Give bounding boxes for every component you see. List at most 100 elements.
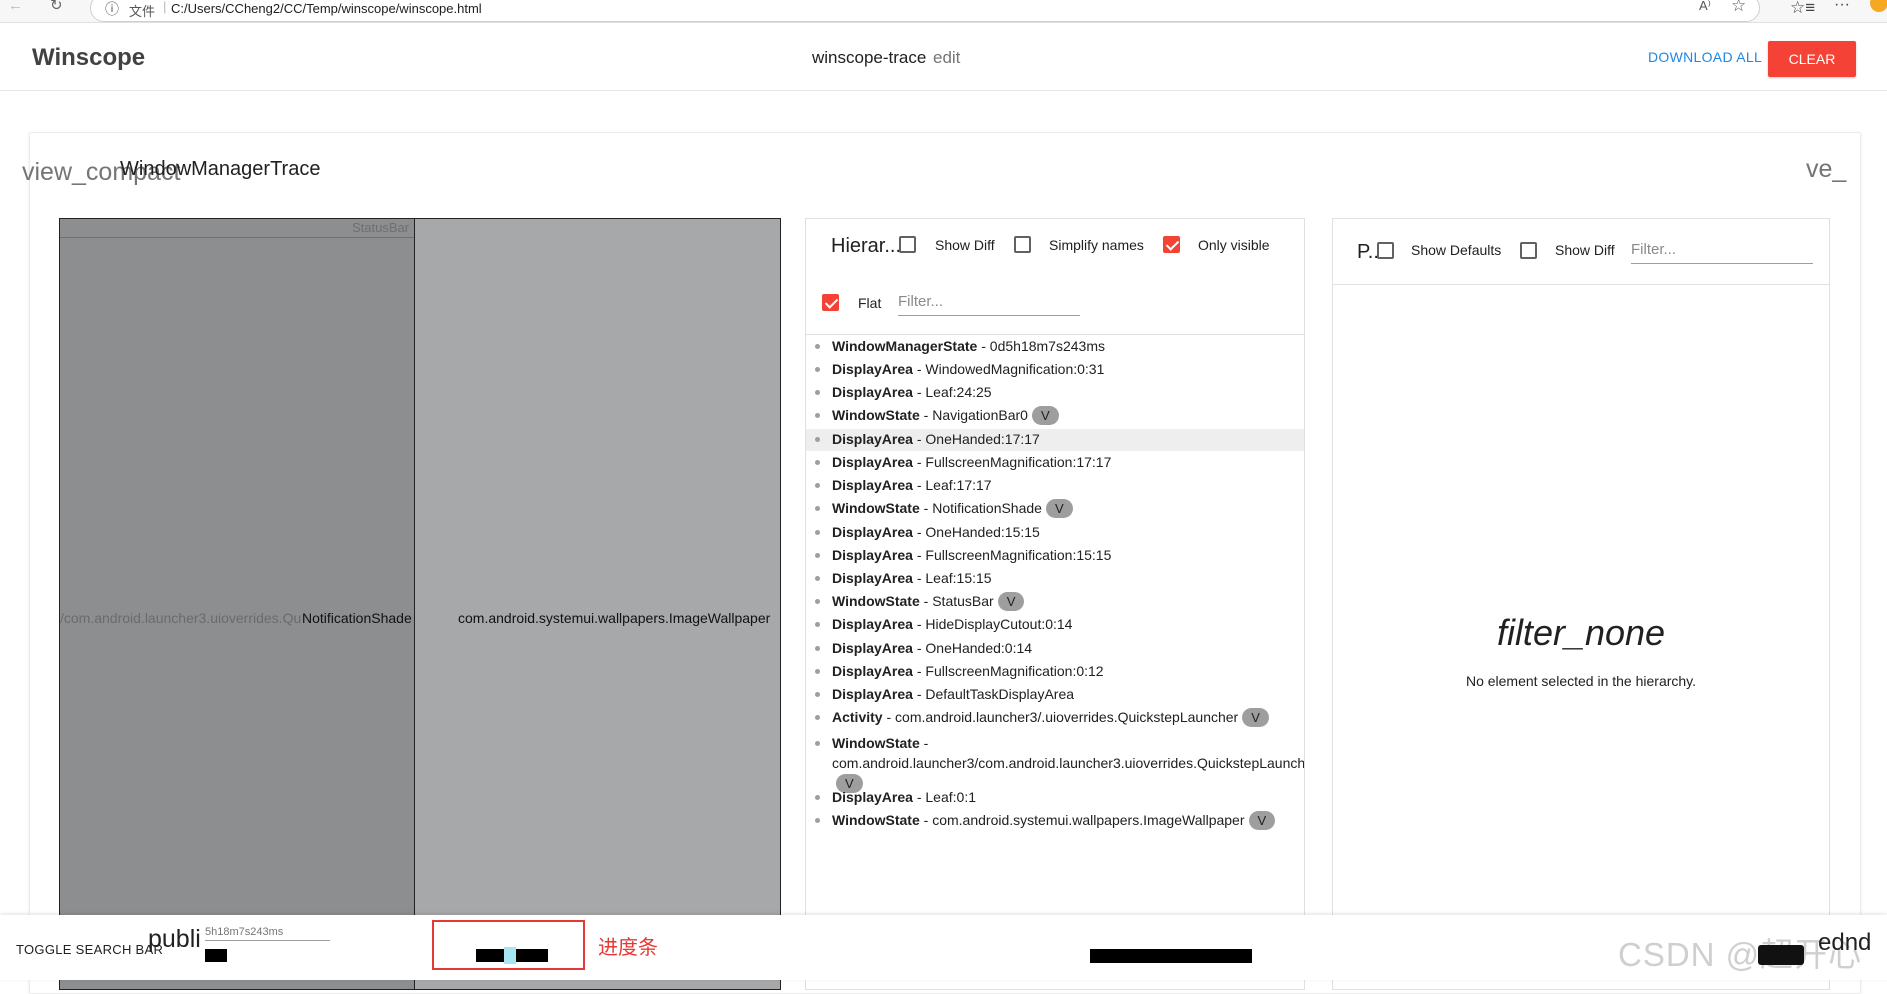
node-name: DefaultTaskDisplayArea bbox=[925, 686, 1075, 702]
bullet-icon bbox=[815, 367, 820, 372]
node-kind: DisplayArea bbox=[832, 361, 913, 377]
rects-view[interactable]: StatusBar /com.android.launcher3.uioverr… bbox=[59, 218, 781, 990]
node-kind: DisplayArea bbox=[832, 384, 913, 400]
hierarchy-filter-input[interactable]: Filter... bbox=[898, 293, 1080, 316]
node-name: com.android.launcher3/com.android.launch… bbox=[832, 755, 1305, 771]
favorites-list-icon[interactable]: ☆≡ bbox=[1790, 0, 1815, 18]
url-text[interactable]: C:/Users/CCheng2/CC/Temp/winscope/winsco… bbox=[171, 1, 482, 16]
back-icon[interactable]: ← bbox=[8, 0, 23, 14]
redacted-icon bbox=[1758, 945, 1804, 965]
tree-node-text: WindowState - com.android.launcher3/com.… bbox=[832, 733, 1304, 793]
tree-node[interactable]: DisplayArea - DefaultTaskDisplayArea bbox=[806, 684, 1304, 706]
tree-node[interactable]: DisplayArea - OneHanded:0:14 bbox=[806, 638, 1304, 660]
node-kind: DisplayArea bbox=[832, 431, 913, 447]
visible-chip: V bbox=[1031, 406, 1059, 425]
node-separator: - bbox=[912, 361, 926, 377]
tree-node[interactable]: Activity - com.android.launcher3/.uiover… bbox=[806, 707, 1304, 731]
tree-node[interactable]: DisplayArea - FullscreenMagnification:0:… bbox=[806, 661, 1304, 683]
node-separator: - bbox=[912, 384, 926, 400]
rect-notification-shade[interactable] bbox=[60, 219, 415, 989]
bullet-icon bbox=[815, 715, 820, 720]
tree-node-text: DisplayArea - DefaultTaskDisplayArea bbox=[832, 684, 1298, 704]
node-name: 0d5h18m7s243ms bbox=[989, 338, 1105, 354]
timeline-track[interactable] bbox=[1090, 949, 1252, 963]
tree-node[interactable]: DisplayArea - Leaf:15:15 bbox=[806, 568, 1304, 590]
node-separator: - bbox=[882, 709, 896, 725]
tree-node[interactable]: WindowState - com.android.launcher3/com.… bbox=[806, 733, 1304, 793]
node-kind: DisplayArea bbox=[832, 663, 913, 679]
reload-icon[interactable]: ↻ bbox=[50, 0, 63, 14]
tree-node[interactable]: DisplayArea - Leaf:17:17 bbox=[806, 475, 1304, 497]
tree-node[interactable]: WindowState - NavigationBar0 V bbox=[806, 405, 1304, 427]
node-name: NavigationBar0 bbox=[932, 407, 1028, 423]
node-kind: DisplayArea bbox=[832, 524, 913, 540]
tree-node[interactable]: DisplayArea - HideDisplayCutout:0:14 bbox=[806, 614, 1304, 636]
node-separator: - bbox=[919, 593, 933, 609]
progress-marker[interactable] bbox=[504, 947, 516, 964]
hierarchy-title: Hierar... bbox=[831, 235, 902, 257]
more-icon[interactable]: ··· bbox=[1834, 0, 1850, 14]
timestamp-input[interactable]: 5h18m7s243ms bbox=[205, 926, 330, 941]
tree-node[interactable]: WindowState - NotificationShade V bbox=[806, 498, 1304, 520]
trailing-text: ednd bbox=[1818, 929, 1872, 956]
tree-node-text: DisplayArea - OneHanded:0:14 bbox=[832, 638, 1298, 658]
node-name: Leaf:24:25 bbox=[925, 384, 992, 400]
node-kind: DisplayArea bbox=[832, 454, 913, 470]
visible-chip: V bbox=[1045, 499, 1073, 518]
simplify-names-checkbox[interactable] bbox=[1014, 236, 1031, 253]
tree-node[interactable]: WindowManagerState - 0d5h18m7s243ms bbox=[806, 336, 1304, 358]
visible-chip: V bbox=[1242, 708, 1269, 727]
node-kind: DisplayArea bbox=[832, 616, 913, 632]
rect-wallpaper[interactable] bbox=[415, 219, 780, 989]
edit-icon[interactable]: edit bbox=[933, 48, 960, 68]
tree-node-text: Activity - com.android.launcher3/.uiover… bbox=[832, 707, 1298, 727]
show-defaults-checkbox[interactable] bbox=[1377, 242, 1394, 259]
flat-checkbox[interactable] bbox=[822, 294, 839, 311]
browser-toolbar: ← ↻ ⓘ 文件 | C:/Users/CCheng2/CC/Temp/wins… bbox=[0, 0, 1887, 23]
expand-icon[interactable]: ve_ bbox=[1806, 155, 1846, 184]
tree-node-text: DisplayArea - FullscreenMagnification:17… bbox=[832, 452, 1298, 472]
read-aloud-icon[interactable]: A⁾ bbox=[1699, 0, 1711, 14]
tree-node[interactable]: DisplayArea - WindowedMagnification:0:31 bbox=[806, 359, 1304, 381]
node-name: FullscreenMagnification:17:17 bbox=[925, 454, 1112, 470]
show-diff-checkbox[interactable] bbox=[899, 236, 916, 253]
node-kind: WindowState bbox=[832, 407, 920, 423]
tree-node[interactable]: WindowState - StatusBar V bbox=[806, 591, 1304, 613]
node-name: Leaf:0:1 bbox=[925, 789, 976, 805]
tree-node[interactable]: DisplayArea - OneHanded:17:17 bbox=[806, 429, 1304, 451]
node-separator: - bbox=[919, 735, 929, 751]
node-kind: WindowState bbox=[832, 593, 920, 609]
download-all-button[interactable]: DOWNLOAD ALL bbox=[1648, 49, 1762, 65]
address-bar[interactable]: ⓘ 文件 | C:/Users/CCheng2/CC/Temp/winscope… bbox=[90, 0, 1760, 22]
profile-avatar[interactable] bbox=[1870, 0, 1887, 12]
properties-filter-input[interactable]: Filter... bbox=[1631, 241, 1813, 264]
rect-status-bar[interactable] bbox=[60, 237, 414, 238]
node-kind: DisplayArea bbox=[832, 477, 913, 493]
address-label: 文件 bbox=[129, 4, 156, 19]
tree-node-text: DisplayArea - Leaf:15:15 bbox=[832, 568, 1298, 588]
node-name: OneHanded:0:14 bbox=[925, 640, 1033, 656]
tree-node[interactable]: DisplayArea - FullscreenMagnification:15… bbox=[806, 545, 1304, 567]
toggle-search-bar-button[interactable]: TOGGLE SEARCH BAR bbox=[16, 942, 163, 957]
bullet-icon bbox=[815, 692, 820, 697]
public-icon[interactable]: publi bbox=[148, 925, 201, 954]
tree-node[interactable]: DisplayArea - OneHanded:15:15 bbox=[806, 522, 1304, 544]
node-separator: - bbox=[912, 789, 926, 805]
tree-node[interactable]: DisplayArea - Leaf:0:1 bbox=[806, 787, 1304, 809]
clear-button[interactable]: CLEAR bbox=[1768, 41, 1856, 77]
info-icon[interactable]: ⓘ bbox=[105, 0, 119, 19]
tree-node[interactable]: DisplayArea - FullscreenMagnification:17… bbox=[806, 452, 1304, 474]
favorite-icon[interactable]: ☆ bbox=[1731, 0, 1746, 16]
tree-node[interactable]: WindowState - com.android.systemui.wallp… bbox=[806, 810, 1304, 832]
bullet-icon bbox=[815, 818, 820, 823]
bullet-icon bbox=[815, 530, 820, 535]
only-visible-checkbox[interactable] bbox=[1163, 236, 1180, 253]
node-name: OneHanded:15:15 bbox=[925, 524, 1040, 540]
node-name: NotificationShade bbox=[932, 500, 1042, 516]
node-separator: - bbox=[912, 547, 926, 563]
props-show-diff-checkbox[interactable] bbox=[1520, 242, 1537, 259]
progress-annotation: 进度条 bbox=[598, 937, 658, 959]
tree-node[interactable]: DisplayArea - Leaf:24:25 bbox=[806, 382, 1304, 404]
node-separator: - bbox=[912, 640, 926, 656]
bullet-icon bbox=[815, 741, 820, 746]
